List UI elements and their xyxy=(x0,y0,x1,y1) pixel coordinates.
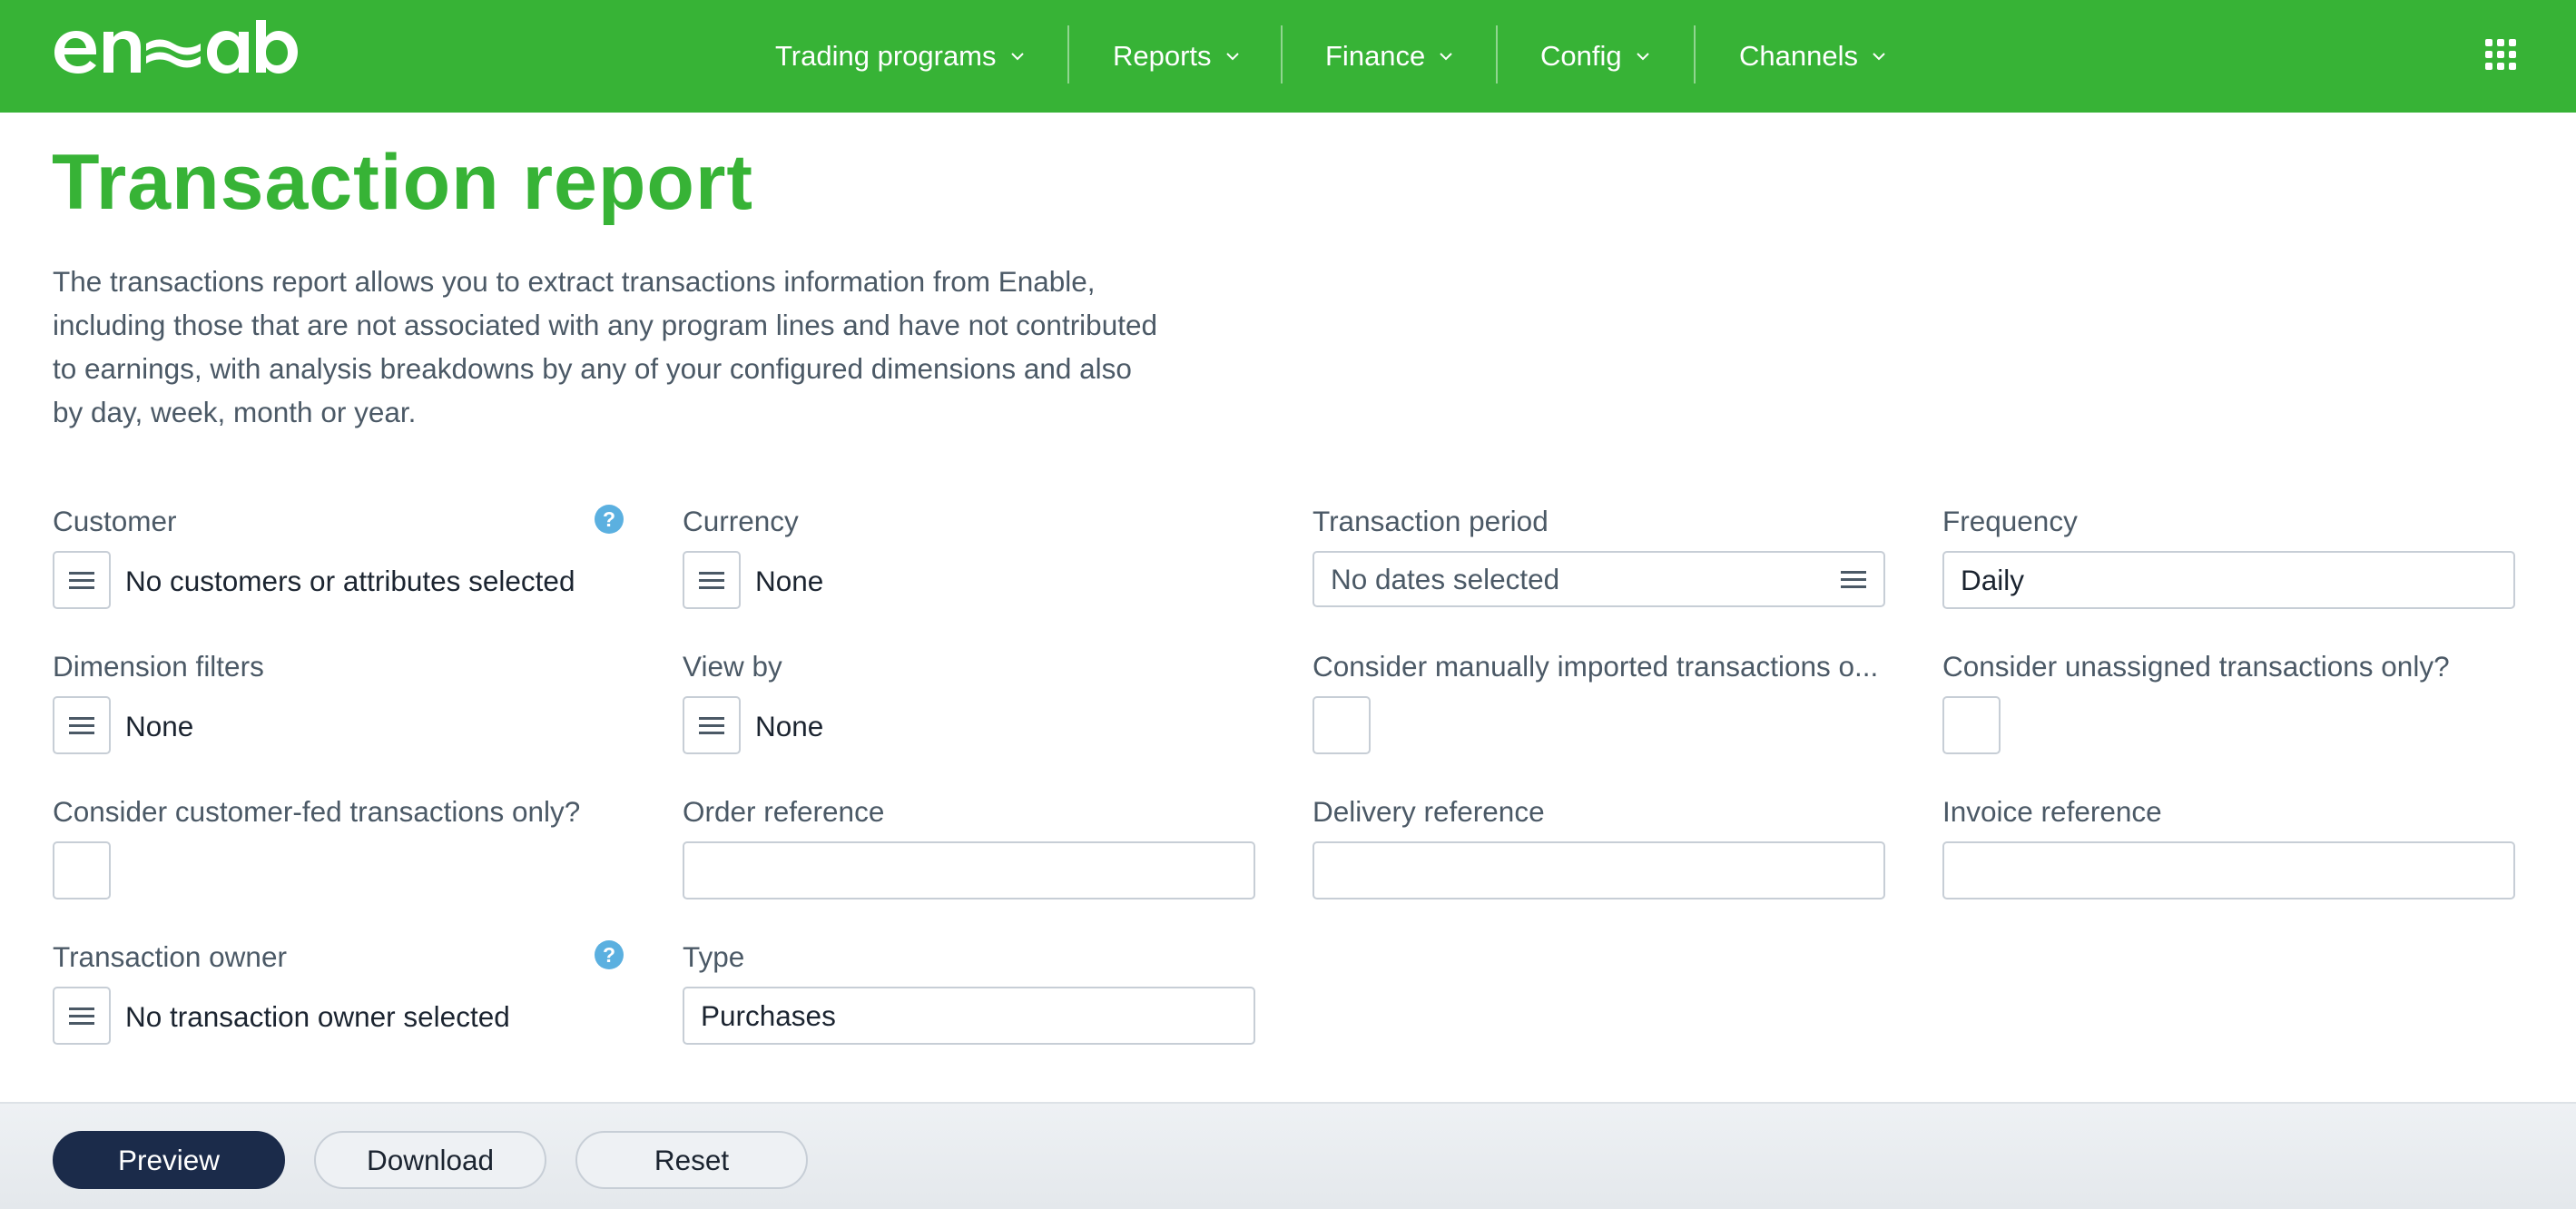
hamburger-icon xyxy=(699,572,724,589)
invoice-reference-label: Invoice reference xyxy=(1942,795,2162,828)
hamburger-icon xyxy=(69,1008,94,1025)
nav-divider xyxy=(1496,25,1498,84)
chevron-down-icon xyxy=(1440,53,1453,61)
unassigned-label: Consider unassigned transactions only? xyxy=(1942,650,2450,683)
transaction-period-picker[interactable]: No dates selected xyxy=(1313,551,1885,607)
chevron-down-icon xyxy=(1636,53,1649,61)
type-select[interactable]: Purchases xyxy=(683,987,1255,1045)
frequency-label: Frequency xyxy=(1942,505,2078,537)
nav-finance[interactable]: Finance xyxy=(1325,0,1454,113)
nav-item-label: Trading programs xyxy=(775,40,997,72)
nav-item-label: Config xyxy=(1540,40,1622,72)
download-button[interactable]: Download xyxy=(314,1131,546,1189)
enable-logo[interactable] xyxy=(53,20,325,78)
nav-divider xyxy=(1694,25,1696,84)
hamburger-icon xyxy=(1841,571,1866,588)
frequency-select[interactable]: Daily xyxy=(1942,551,2515,609)
customer-help-icon[interactable]: ? xyxy=(595,505,624,534)
transaction-owner-value: No transaction owner selected xyxy=(125,1000,510,1033)
chevron-down-icon xyxy=(1225,53,1239,61)
customer-label: Customer xyxy=(53,505,177,537)
transaction-period-label: Transaction period xyxy=(1313,505,1549,537)
nav-item-label: Channels xyxy=(1739,40,1858,72)
preview-button[interactable]: Preview xyxy=(53,1131,285,1189)
transaction-owner-label: Transaction owner xyxy=(53,940,287,973)
currency-select-button[interactable] xyxy=(683,551,741,609)
transaction-owner-help-icon[interactable]: ? xyxy=(595,940,624,969)
customer-select-button[interactable] xyxy=(53,551,111,609)
customer-fed-label: Consider customer-fed transactions only? xyxy=(53,795,581,828)
nav-trading-programs[interactable]: Trading programs xyxy=(775,0,1026,113)
order-reference-label: Order reference xyxy=(683,795,885,828)
nav-reports[interactable]: Reports xyxy=(1113,0,1241,113)
currency-value: None xyxy=(755,565,824,597)
nav-config[interactable]: Config xyxy=(1540,0,1651,113)
manually-imported-checkbox[interactable] xyxy=(1313,696,1371,754)
nav-item-label: Finance xyxy=(1325,40,1426,72)
delivery-reference-input[interactable] xyxy=(1313,841,1885,899)
unassigned-checkbox[interactable] xyxy=(1942,696,2001,754)
transaction-period-placeholder: No dates selected xyxy=(1331,562,1560,595)
customer-value: No customers or attributes selected xyxy=(125,565,575,597)
hamburger-icon xyxy=(69,717,94,734)
nav-divider xyxy=(1281,25,1283,84)
nav-divider xyxy=(1067,25,1069,84)
view-by-label: View by xyxy=(683,650,782,683)
dimension-filters-label: Dimension filters xyxy=(53,650,264,683)
manually-imported-label: Consider manually imported transactions … xyxy=(1313,650,1879,683)
apps-grid-icon[interactable] xyxy=(2485,39,2516,70)
type-label: Type xyxy=(683,940,745,973)
dimension-filters-button[interactable] xyxy=(53,696,111,754)
order-reference-input[interactable] xyxy=(683,841,1255,899)
top-navigation-bar: Trading programs Reports Finance Config … xyxy=(0,0,2576,113)
view-by-value: None xyxy=(755,710,824,742)
chevron-down-icon xyxy=(1873,53,1885,61)
chevron-down-icon xyxy=(1010,53,1024,61)
view-by-button[interactable] xyxy=(683,696,741,754)
reset-button[interactable]: Reset xyxy=(575,1131,808,1189)
customer-fed-checkbox[interactable] xyxy=(53,841,111,899)
hamburger-icon xyxy=(699,717,724,734)
nav-item-label: Reports xyxy=(1113,40,1212,72)
delivery-reference-label: Delivery reference xyxy=(1313,795,1545,828)
hamburger-icon xyxy=(69,572,94,589)
nav-channels[interactable]: Channels xyxy=(1739,0,1887,113)
currency-label: Currency xyxy=(683,505,799,537)
page-description: The transactions report allows you to ex… xyxy=(53,265,1158,428)
invoice-reference-input[interactable] xyxy=(1942,841,2515,899)
transaction-owner-select-button[interactable] xyxy=(53,987,111,1045)
dimension-filters-value: None xyxy=(125,710,194,742)
page-title: Transaction report xyxy=(52,139,754,226)
